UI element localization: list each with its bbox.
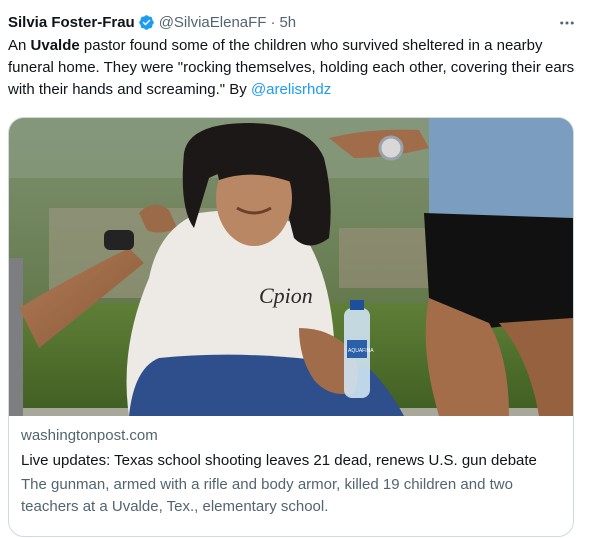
mention-link[interactable]: @arelisrhdz	[251, 81, 331, 98]
tweet-header: Silvia Foster-Frau @SilviaElenaFF · 5h	[8, 11, 296, 33]
timestamp[interactable]: 5h	[279, 14, 296, 31]
verified-badge-icon	[138, 14, 154, 30]
card-domain: washingtonpost.com	[21, 427, 158, 444]
more-options-button[interactable]	[557, 13, 577, 33]
author-name[interactable]: Silvia Foster-Frau	[8, 14, 135, 31]
tweet-text: An Uvalde pastor found some of the child…	[8, 35, 578, 101]
card-title: Live updates: Texas school shooting leav…	[21, 452, 537, 469]
author-handle[interactable]: @SilviaElenaFF	[159, 14, 267, 31]
link-card[interactable]: Cpion AQUAFINA washingtonpost.com Live u…	[8, 117, 574, 537]
tweet-text-part1: An	[8, 37, 31, 54]
more-options-icon	[560, 21, 574, 25]
card-description: The gunman, armed with a rifle and body …	[21, 476, 513, 515]
article-photo: Cpion AQUAFINA	[9, 118, 573, 416]
tweet-text-bold: Uvalde	[30, 37, 80, 54]
bottle-label: AQUAFINA	[348, 348, 374, 354]
shirt-text: Cpion	[259, 283, 313, 308]
card-info: washingtonpost.com Live updates: Texas s…	[21, 426, 565, 518]
separator-dot: ·	[270, 13, 276, 31]
tweet: Silvia Foster-Frau @SilviaElenaFF · 5h A…	[0, 0, 594, 538]
